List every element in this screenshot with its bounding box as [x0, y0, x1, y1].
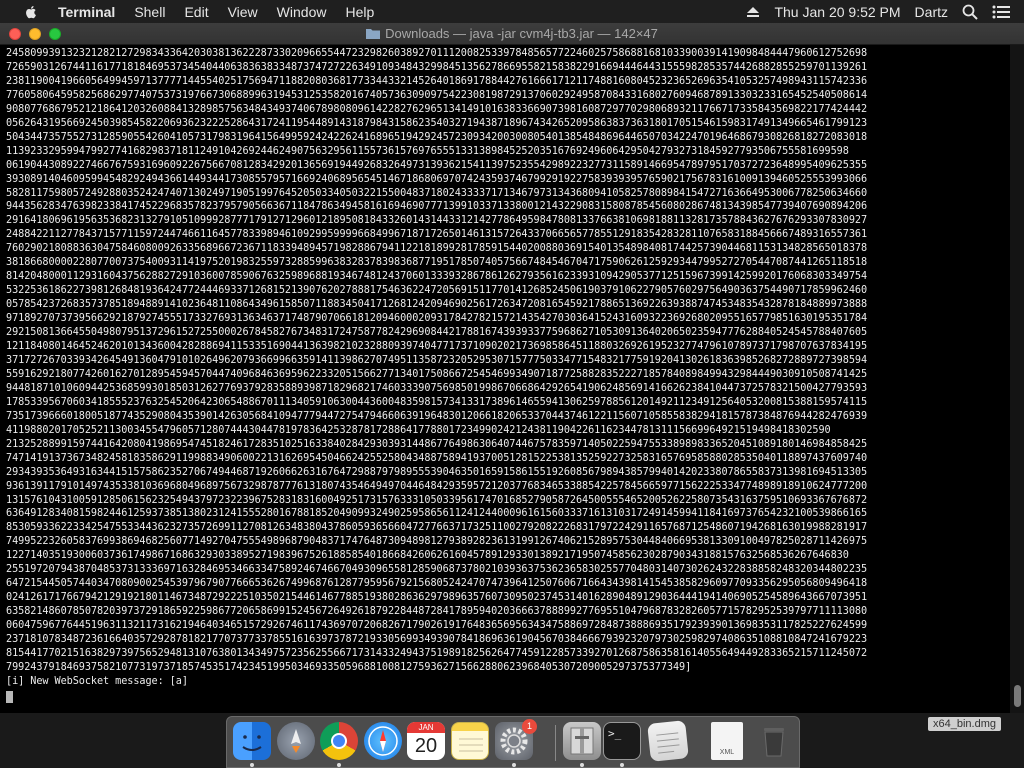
terminal-line: 1315761043100591285061562325494379723223… — [6, 494, 868, 506]
terminal-line: 9448187101060944253685993018503126277693… — [6, 382, 868, 394]
terminal-line: 1227140351930060373617498671686329303389… — [6, 550, 849, 562]
system-preferences-badge: 1 — [522, 719, 537, 734]
terminal-line: 0562643195669245039854582206936232225286… — [6, 117, 868, 129]
terminal-line: 7760580645958256862977407537319766730688… — [6, 89, 868, 101]
terminal-line: 1785339567060341855523763254520642306548… — [6, 396, 868, 408]
terminal-cursor — [6, 690, 13, 703]
terminal-line: 8154417702151638297397565294813107638013… — [6, 647, 868, 659]
window-titlebar[interactable]: Downloads — java -jar cvm4j-tb3.jar — 14… — [0, 23, 1024, 45]
terminal-view[interactable]: 2458099391323212821272983433642030381362… — [0, 45, 1010, 713]
terminal-line: 5043447357552731285905542604105731798319… — [6, 131, 868, 143]
xml-file-label: XML — [719, 749, 735, 756]
terminal-line: 5828117598057249288035242474071302497190… — [6, 187, 868, 199]
terminal-line: 7265903126744116177181846953734540440638… — [6, 61, 868, 73]
xml-file-icon[interactable]: XML — [711, 722, 743, 760]
menu-window[interactable]: Window — [277, 4, 327, 20]
terminal-scrollbar[interactable] — [1010, 45, 1024, 713]
terminal-line: 2132528899159744164208041986954745182461… — [6, 438, 868, 450]
spotlight-search-icon[interactable] — [962, 4, 978, 20]
finder-running-indicator — [250, 763, 254, 767]
folder-icon — [366, 29, 381, 39]
terminal-line: 2916418069619563536823132791051099928777… — [6, 215, 868, 227]
calendar-day: 20 — [414, 735, 438, 757]
terminal-line: 8142048000112931604375628827291036007859… — [6, 271, 868, 283]
terminal-line: 2458099391323212821272983433642030381362… — [6, 48, 868, 59]
terminal-line: 7499522326058376993869468256077149270475… — [6, 536, 868, 548]
terminal-line: 7351739666018005187743529080435390142630… — [6, 410, 868, 422]
terminal-output: 2458099391323212821272983433642030381362… — [6, 47, 1006, 703]
menu-edit[interactable]: Edit — [184, 4, 208, 20]
terminal-line: 1211840801464524620101343600428288694115… — [6, 341, 868, 353]
terminal-line: 2921508136645504980795137296152725500026… — [6, 327, 868, 339]
archive-utility-icon[interactable] — [563, 722, 601, 760]
chrome-running-indicator — [337, 763, 341, 767]
system-preferences-running-indicator — [512, 763, 516, 767]
eject-icon[interactable] — [746, 6, 760, 18]
terminal-line: 5322536186227398126848193642477244469337… — [6, 285, 868, 297]
archive-running-indicator — [580, 763, 584, 767]
terminal-running-indicator — [620, 763, 624, 767]
terminal-line: 9443562834763982338417452296835782379579… — [6, 201, 868, 213]
terminal-line: 9080776867952121864120326088413289857563… — [6, 103, 868, 115]
terminal-line: 4119880201705252113003455479605712807444… — [6, 424, 831, 436]
textedit-icon[interactable] — [647, 720, 689, 762]
terminal-line: 5591629218077426016270128954594570447409… — [6, 368, 868, 380]
terminal-line: 3930891404609599454829249436614493441730… — [6, 173, 868, 185]
dock-separator — [555, 725, 556, 761]
trash-icon[interactable] — [755, 722, 793, 760]
terminal-line: 2488422112778437157711597244746611645778… — [6, 229, 868, 241]
notification-center-icon[interactable] — [992, 5, 1010, 19]
calendar-month: JAN — [407, 722, 445, 733]
terminal-line: 7471419137367348245818358629119988349060… — [6, 452, 868, 464]
menubar: Terminal Shell Edit View Window Help Thu… — [0, 0, 1024, 23]
clock[interactable]: Thu Jan 20 9:52 PM — [774, 4, 900, 20]
safari-icon[interactable] — [364, 722, 402, 760]
launchpad-icon[interactable] — [277, 722, 315, 760]
dock: JAN 20 1 >_ XML — [226, 716, 800, 768]
menu-app-terminal[interactable]: Terminal — [58, 4, 115, 20]
chrome-icon[interactable] — [320, 722, 358, 760]
terminal-icon[interactable]: >_ — [603, 722, 641, 760]
user-name[interactable]: Dartz — [915, 4, 948, 20]
apple-icon[interactable] — [20, 4, 42, 20]
terminal-line: 0604759677644519631132117316219464034651… — [6, 620, 868, 632]
finder-icon[interactable] — [233, 722, 271, 760]
terminal-line: 1139233295994799277416829837181124910426… — [6, 145, 849, 157]
terminal-line: 6364912834081598244612593738513802312415… — [6, 508, 868, 520]
window-title-text: Downloads — java -jar cvm4j-tb3.jar — 14… — [385, 26, 658, 41]
terminal-line: 6472154450574403470809002545397967907766… — [6, 578, 868, 590]
fullscreen-window-button[interactable] — [49, 28, 61, 40]
websocket-message-line: [i] New WebSocket message: [a] — [6, 675, 188, 687]
window-title: Downloads — java -jar cvm4j-tb3.jar — 14… — [366, 26, 658, 41]
terminal-line: 2551972079438704853731333697163284695346… — [6, 564, 868, 576]
terminal-line: 3818668000022807700737540093114197520198… — [6, 257, 868, 269]
terminal-line: 9361391179101497435338103696804968975673… — [6, 480, 868, 492]
terminal-line: 2381190041966056499459713777714455402517… — [6, 75, 868, 87]
terminal-line: 9718927073739566292187927455517332769313… — [6, 313, 868, 325]
terminal-prompt-glyph: >_ — [608, 727, 622, 740]
terminal-line: 2371810783487236166403572928781821770737… — [6, 634, 868, 646]
status-area: Thu Jan 20 9:52 PM Dartz — [746, 0, 1024, 23]
menu-help[interactable]: Help — [345, 4, 374, 20]
terminal-line: 0578542372683573785189488914102364811086… — [6, 299, 868, 311]
menu-shell[interactable]: Shell — [134, 4, 165, 20]
terminal-line: 6358214860785078203973729186592259867720… — [6, 606, 868, 618]
terminal-line: 3717272670339342645491360479101026496207… — [6, 354, 868, 366]
close-window-button[interactable] — [9, 28, 21, 40]
scrollbar-thumb[interactable] — [1014, 685, 1021, 707]
terminal-line: 7602902180883630475846080092633568966723… — [6, 243, 868, 255]
window-controls — [9, 28, 69, 40]
terminal-line: 0619044308922746676759316960922675667081… — [6, 159, 868, 171]
notes-icon[interactable] — [451, 722, 489, 760]
menu-view[interactable]: View — [228, 4, 258, 20]
calendar-icon[interactable]: JAN 20 — [407, 722, 445, 760]
terminal-line: 7992437918469375821077319737185745351742… — [6, 661, 692, 673]
terminal-line: 0241261717667942129192180114673487292225… — [6, 592, 868, 604]
terminal-line: 8530593362233425475533443623273572699112… — [6, 522, 868, 534]
minimize-window-button[interactable] — [29, 28, 41, 40]
terminal-line: 2934393536493163441515758623527067494468… — [6, 466, 868, 478]
dmg-download-label[interactable]: x64_bin.dmg — [928, 717, 1001, 731]
